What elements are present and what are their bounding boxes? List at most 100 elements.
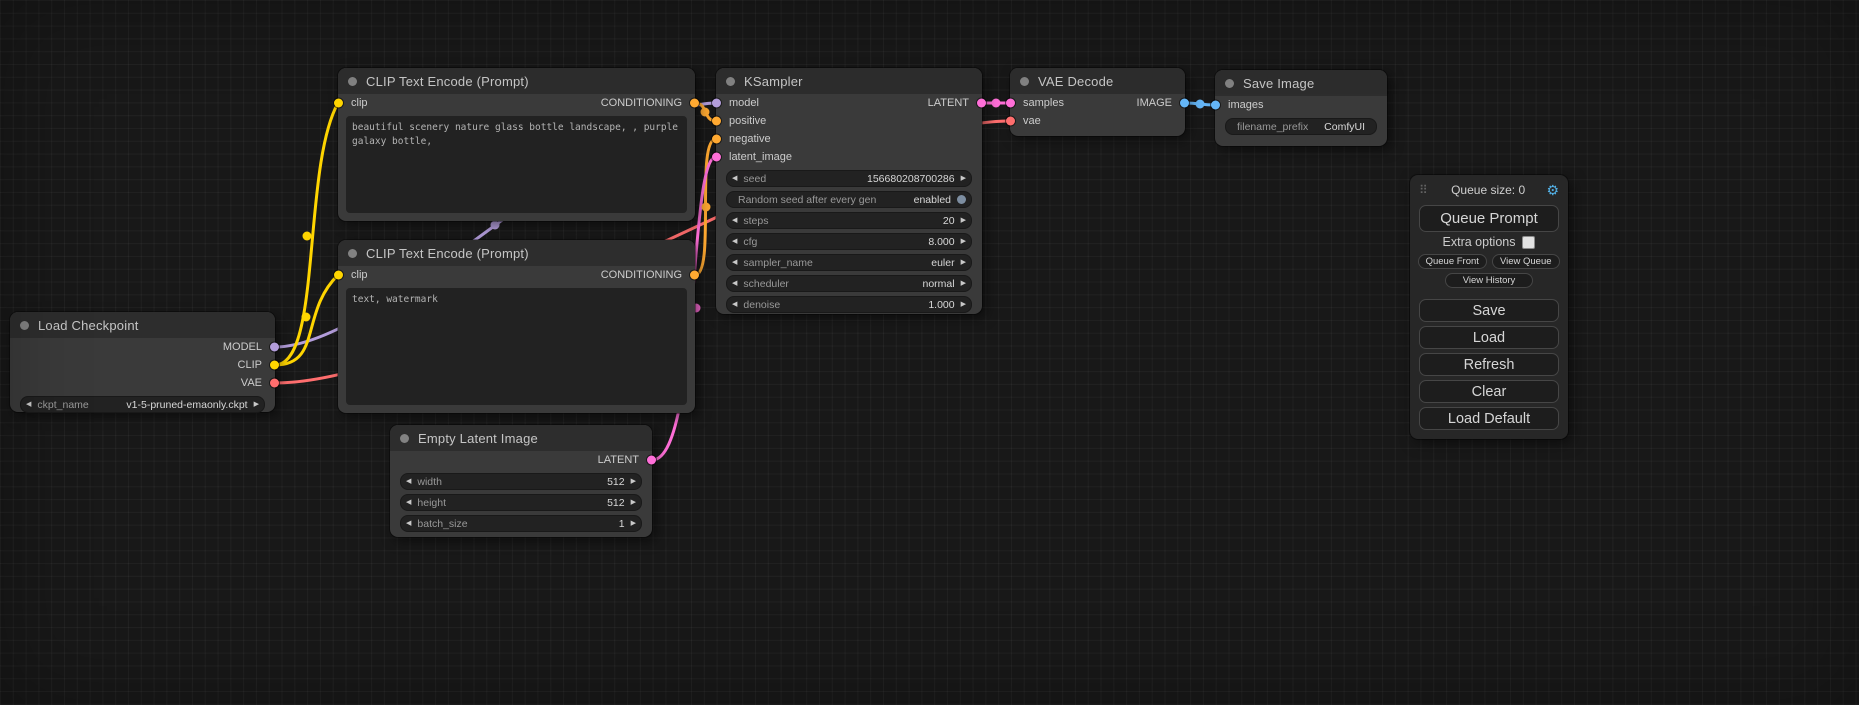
node-title-bar[interactable]: Empty Latent Image (390, 425, 652, 451)
widget-label: height (417, 497, 446, 509)
widget-value: 8.000 (928, 236, 954, 248)
decrement-icon[interactable]: ◀ (732, 280, 737, 287)
widget-batch-size[interactable]: ◀ batch_size 1 ▶ (400, 515, 642, 532)
decrement-icon[interactable]: ◀ (406, 499, 411, 506)
load-default-button[interactable]: Load Default (1419, 407, 1559, 430)
queue-menu-panel: ⠿ Queue size: 0 ⚙ Queue Prompt Extra opt… (1410, 175, 1568, 439)
input-port-clip[interactable] (334, 99, 343, 108)
decrement-icon[interactable]: ◀ (732, 175, 737, 182)
node-vae-decode[interactable]: VAE Decode samples IMAGE vae (1010, 68, 1185, 136)
widget-seed[interactable]: ◀ seed 156680208700286 ▶ (726, 170, 972, 187)
wire-dot-clip-negative (302, 313, 311, 322)
settings-gear-icon[interactable]: ⚙ (1546, 182, 1559, 199)
input-port-negative[interactable] (712, 135, 721, 144)
input-port-samples[interactable] (1006, 99, 1015, 108)
node-empty-latent-image[interactable]: Empty Latent Image LATENT ◀ width 512 ▶ … (390, 425, 652, 537)
input-port-clip[interactable] (334, 271, 343, 280)
input-port-positive[interactable] (712, 117, 721, 126)
collapse-dot-icon[interactable] (726, 77, 735, 86)
widget-height[interactable]: ◀ height 512 ▶ (400, 494, 642, 511)
input-port-model[interactable] (712, 99, 721, 108)
increment-icon[interactable]: ▶ (254, 401, 259, 408)
node-title-bar[interactable]: Save Image (1215, 70, 1387, 96)
node-title: VAE Decode (1038, 74, 1113, 89)
decrement-icon[interactable]: ◀ (406, 478, 411, 485)
output-port-conditioning[interactable] (690, 271, 699, 280)
node-title-bar[interactable]: Load Checkpoint (10, 312, 275, 338)
node-graph-canvas[interactable]: CLIP Text Encode (Prompt) clip CONDITION… (0, 0, 1859, 705)
drag-handle-icon[interactable]: ⠿ (1419, 183, 1428, 197)
widget-label: sampler_name (743, 257, 812, 269)
output-port-vae[interactable] (270, 379, 279, 388)
widget-value: normal (923, 278, 955, 290)
output-port-clip[interactable] (270, 361, 279, 370)
increment-icon[interactable]: ▶ (631, 520, 636, 527)
increment-icon[interactable]: ▶ (961, 238, 966, 245)
node-title-bar[interactable]: VAE Decode (1010, 68, 1185, 94)
widget-value: enabled (914, 194, 951, 206)
collapse-dot-icon[interactable] (400, 434, 409, 443)
decrement-icon[interactable]: ◀ (26, 401, 31, 408)
node-clip-text-encode-negative[interactable]: CLIP Text Encode (Prompt) clip CONDITION… (338, 240, 695, 413)
increment-icon[interactable]: ▶ (961, 217, 966, 224)
output-port-latent[interactable] (977, 99, 986, 108)
increment-icon[interactable]: ▶ (961, 301, 966, 308)
toggle-indicator-dot[interactable] (957, 195, 966, 204)
output-port-conditioning[interactable] (690, 99, 699, 108)
extra-options-checkbox[interactable] (1522, 236, 1535, 249)
prompt-textarea[interactable]: beautiful scenery nature glass bottle la… (346, 116, 687, 213)
output-port-image[interactable] (1180, 99, 1189, 108)
collapse-dot-icon[interactable] (348, 249, 357, 258)
save-button[interactable]: Save (1419, 299, 1559, 322)
increment-icon[interactable]: ▶ (631, 499, 636, 506)
increment-icon[interactable]: ▶ (631, 478, 636, 485)
widget-filename-prefix[interactable]: filename_prefix ComfyUI (1225, 118, 1377, 135)
node-save-image[interactable]: Save Image images filename_prefix ComfyU… (1215, 70, 1387, 146)
input-port-images[interactable] (1211, 101, 1220, 110)
widget-scheduler[interactable]: ◀ scheduler normal ▶ (726, 275, 972, 292)
load-button[interactable]: Load (1419, 326, 1559, 349)
view-queue-button[interactable]: View Queue (1492, 254, 1561, 269)
node-title-bar[interactable]: CLIP Text Encode (Prompt) (338, 68, 695, 94)
queue-front-button[interactable]: Queue Front (1418, 254, 1487, 269)
collapse-dot-icon[interactable] (1020, 77, 1029, 86)
refresh-button[interactable]: Refresh (1419, 353, 1559, 376)
node-title-bar[interactable]: KSampler (716, 68, 982, 94)
widget-cfg[interactable]: ◀ cfg 8.000 ▶ (726, 233, 972, 250)
decrement-icon[interactable]: ◀ (406, 520, 411, 527)
widget-value: 156680208700286 (867, 173, 955, 185)
decrement-icon[interactable]: ◀ (732, 301, 737, 308)
view-history-button[interactable]: View History (1445, 273, 1533, 288)
collapse-dot-icon[interactable] (1225, 79, 1234, 88)
widget-sampler-name[interactable]: ◀ sampler_name euler ▶ (726, 254, 972, 271)
node-title-bar[interactable]: CLIP Text Encode (Prompt) (338, 240, 695, 266)
wire-dot-cond-negative (702, 203, 711, 212)
collapse-dot-icon[interactable] (20, 321, 29, 330)
widget-steps[interactable]: ◀ steps 20 ▶ (726, 212, 972, 229)
widget-width[interactable]: ◀ width 512 ▶ (400, 473, 642, 490)
widget-denoise[interactable]: ◀ denoise 1.000 ▶ (726, 296, 972, 313)
queue-prompt-button[interactable]: Queue Prompt (1419, 205, 1559, 232)
output-slot-label: CONDITIONING (601, 97, 682, 109)
increment-icon[interactable]: ▶ (961, 280, 966, 287)
decrement-icon[interactable]: ◀ (732, 238, 737, 245)
clear-button[interactable]: Clear (1419, 380, 1559, 403)
widget-control-after-generate[interactable]: Random seed after every gen enabled (726, 191, 972, 208)
node-clip-text-encode-positive[interactable]: CLIP Text Encode (Prompt) clip CONDITION… (338, 68, 695, 221)
node-load-checkpoint[interactable]: Load Checkpoint MODEL CLIP VAE ◀ ckpt_na… (10, 312, 275, 412)
prompt-textarea[interactable]: text, watermark (346, 288, 687, 405)
input-port-vae[interactable] (1006, 117, 1015, 126)
output-port-latent[interactable] (647, 456, 656, 465)
increment-icon[interactable]: ▶ (961, 175, 966, 182)
wire-dot-latent-samples (992, 99, 1001, 108)
decrement-icon[interactable]: ◀ (732, 259, 737, 266)
widget-value: 512 (607, 476, 625, 488)
decrement-icon[interactable]: ◀ (732, 217, 737, 224)
node-ksampler[interactable]: KSampler model LATENT positive negative … (716, 68, 982, 314)
increment-icon[interactable]: ▶ (961, 259, 966, 266)
widget-ckpt-name[interactable]: ◀ ckpt_name v1-5-pruned-emaonly.ckpt ▶ (20, 396, 265, 413)
output-slot-label: LATENT (598, 454, 639, 466)
input-port-latent-image[interactable] (712, 153, 721, 162)
output-port-model[interactable] (270, 343, 279, 352)
collapse-dot-icon[interactable] (348, 77, 357, 86)
